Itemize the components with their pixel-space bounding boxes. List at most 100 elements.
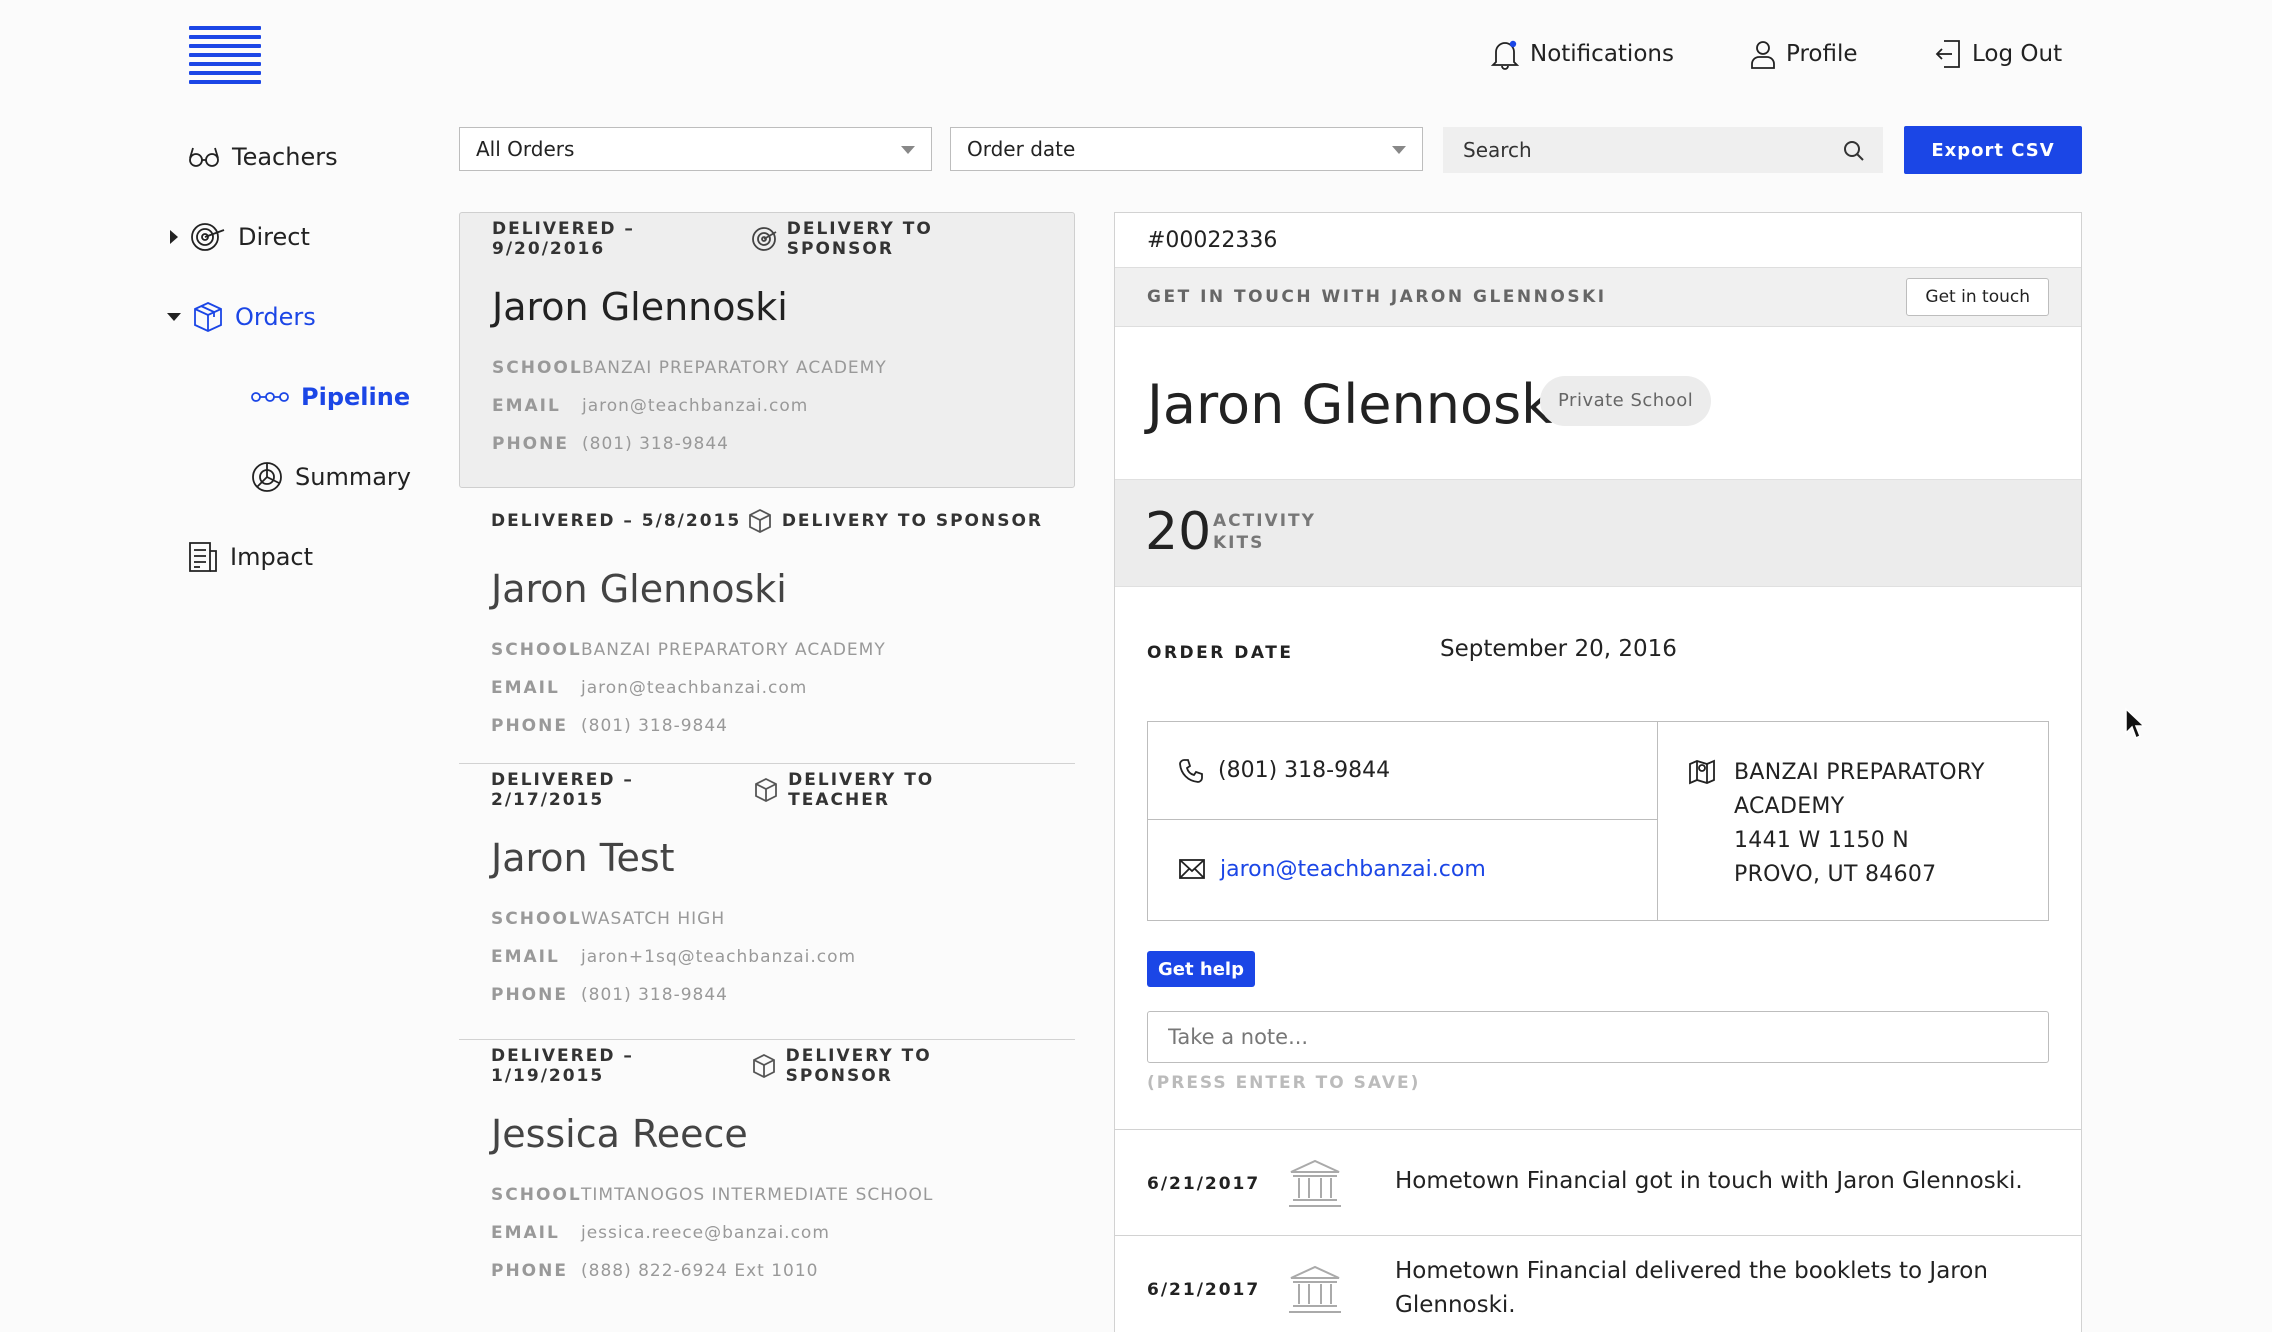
- field-label-school: SCHOOL: [491, 1185, 582, 1205]
- order-filter-value: All Orders: [476, 137, 575, 161]
- email-value: jaron@teachbanzai.com: [581, 678, 808, 698]
- export-csv-button[interactable]: Export CSV: [1904, 126, 2082, 174]
- sort-value: Order date: [967, 137, 1076, 161]
- activity-item: 6/21/2017 Hometown Financial got in touc…: [1115, 1129, 2081, 1235]
- field-label-school: SCHOOL: [491, 640, 582, 660]
- target-icon: [190, 221, 226, 253]
- school-value: BANZAI PREPARATORY ACADEMY: [581, 640, 886, 660]
- sidebar-item-teachers[interactable]: Teachers: [188, 137, 338, 177]
- app-logo[interactable]: [189, 26, 261, 90]
- field-label-school: SCHOOL: [491, 909, 582, 929]
- school-type-badge: Private School: [1540, 376, 1712, 426]
- sidebar-item-orders[interactable]: Orders: [167, 297, 316, 337]
- glasses-icon: [188, 146, 220, 168]
- order-status: DELIVERED – 1/19/2015: [491, 1046, 634, 1086]
- box-icon: [193, 301, 223, 333]
- get-in-touch-button[interactable]: Get in touch: [1906, 278, 2049, 316]
- note-input[interactable]: [1147, 1011, 2049, 1063]
- get-help-button[interactable]: Get help: [1147, 951, 1255, 987]
- bell-icon: [1490, 38, 1520, 70]
- field-label-phone: PHONE: [491, 716, 568, 736]
- delivery-type: DELIVERY TO SPONSOR: [781, 511, 1043, 531]
- chevron-down-icon: [901, 146, 915, 154]
- caret-right-icon[interactable]: [170, 230, 178, 244]
- kits-count: 20: [1145, 502, 1212, 562]
- sidebar-item-direct[interactable]: Direct: [170, 217, 310, 257]
- activity-text: Hometown Financial delivered the booklet…: [1395, 1258, 1988, 1318]
- report-icon: [188, 541, 218, 573]
- contact-phone-value: (801) 318-9844: [1218, 758, 1391, 783]
- sidebar-item-summary[interactable]: Summary: [251, 457, 411, 497]
- order-card[interactable]: DELIVERED – 2/17/2015 DELIVERY TO TEACHE…: [459, 763, 1075, 1039]
- phone-value: (888) 822-6924 Ext 1010: [581, 1261, 819, 1281]
- sidebar-item-label: Summary: [295, 463, 411, 491]
- box-icon: [754, 777, 778, 803]
- target-icon: [751, 226, 777, 252]
- order-filter-select[interactable]: All Orders: [459, 127, 932, 171]
- phone-value: (801) 318-9844: [582, 434, 729, 454]
- profile-link[interactable]: Profile: [1750, 34, 1858, 74]
- get-in-touch-label: GET IN TOUCH WITH JARON GLENNOSKI: [1147, 287, 1607, 307]
- caret-down-icon[interactable]: [167, 313, 181, 321]
- map-icon: [1688, 758, 1716, 920]
- address-line: PROVO, UT 84607: [1734, 862, 1937, 887]
- email-value: jaron+1sq@teachbanzai.com: [581, 947, 857, 967]
- get-in-touch-bar: GET IN TOUCH WITH JARON GLENNOSKI Get in…: [1115, 268, 2081, 327]
- search-icon[interactable]: [1843, 140, 1865, 162]
- teacher-name: Jaron Glennoski: [492, 285, 788, 329]
- logout-icon: [1934, 39, 1962, 69]
- user-icon: [1750, 39, 1776, 69]
- school-value: WASATCH HIGH: [581, 909, 726, 929]
- sidebar-item-pipeline[interactable]: Pipeline: [251, 377, 410, 417]
- field-label-school: SCHOOL: [492, 358, 583, 378]
- order-status: DELIVERED – 9/20/2016: [492, 219, 635, 259]
- contact-phone[interactable]: (801) 318-9844: [1148, 722, 1657, 820]
- order-card[interactable]: DELIVERED – 1/19/2015 DELIVERY TO SPONSO…: [459, 1039, 1075, 1315]
- order-card[interactable]: DELIVERED – 5/8/2015 DELIVERY TO SPONSOR…: [459, 495, 1075, 771]
- field-label-email: EMAIL: [491, 1223, 560, 1243]
- activity-text: Hometown Financial got in touch with Jar…: [1395, 1168, 2023, 1194]
- bank-icon: [1287, 1158, 1343, 1210]
- search-input[interactable]: Search: [1443, 127, 1883, 173]
- phone-value: (801) 318-9844: [581, 985, 728, 1005]
- sidebar-item-impact[interactable]: Impact: [188, 537, 313, 577]
- summary-icon: [251, 461, 283, 493]
- notifications-link[interactable]: Notifications: [1490, 34, 1674, 74]
- sort-select[interactable]: Order date: [950, 127, 1423, 171]
- school-value: BANZAI PREPARATORY ACADEMY: [582, 358, 887, 378]
- mouse-cursor-icon: [2124, 707, 2146, 741]
- box-icon: [748, 508, 772, 534]
- sidebar-item-label: Direct: [238, 223, 310, 251]
- address-line: 1441 W 1150 N: [1734, 828, 1910, 853]
- field-label-phone: PHONE: [491, 1261, 568, 1281]
- address-line: ACADEMY: [1734, 794, 1845, 819]
- delivery-type: DELIVERY TO SPONSOR: [785, 1046, 932, 1086]
- teacher-name: Jessica Reece: [491, 1112, 748, 1156]
- teacher-name: Jaron Test: [491, 836, 675, 880]
- note-hint: (PRESS ENTER TO SAVE): [1147, 1073, 1421, 1093]
- sidebar-item-label: Teachers: [232, 143, 338, 171]
- profile-label: Profile: [1786, 41, 1858, 67]
- contact-email-link[interactable]: jaron@teachbanzai.com: [1148, 820, 1657, 918]
- activity-item: 6/21/2017 Hometown Financial delivered t…: [1115, 1235, 2081, 1332]
- logout-label: Log Out: [1972, 41, 2063, 67]
- field-label-phone: PHONE: [491, 985, 568, 1005]
- delivery-type: DELIVERY TO TEACHER: [788, 770, 935, 810]
- order-date-value: September 20, 2016: [1440, 636, 1677, 662]
- activity-date: 6/21/2017: [1147, 1174, 1261, 1194]
- kits-summary: 20 ACTIVITY KITS: [1115, 479, 2081, 587]
- field-label-email: EMAIL: [491, 947, 560, 967]
- logout-link[interactable]: Log Out: [1934, 34, 2062, 74]
- activity-date: 6/21/2017: [1147, 1280, 1261, 1300]
- order-status: DELIVERED – 5/8/2015: [491, 511, 742, 531]
- chevron-down-icon: [1392, 146, 1406, 154]
- order-id: #00022336: [1115, 213, 2081, 268]
- kits-label-line1: ACTIVITY: [1213, 511, 1316, 531]
- school-address: BANZAI PREPARATORY ACADEMY 1441 W 1150 N…: [1658, 722, 2048, 920]
- kits-label-line2: KITS: [1213, 533, 1265, 553]
- order-card[interactable]: DELIVERED – 9/20/2016 DELIVERY TO SPONSO…: [459, 212, 1075, 488]
- field-label-phone: PHONE: [492, 434, 569, 454]
- order-detail-panel: #00022336 GET IN TOUCH WITH JARON GLENNO…: [1114, 212, 2082, 1332]
- sidebar-item-label: Impact: [230, 543, 314, 571]
- phone-icon: [1178, 758, 1204, 784]
